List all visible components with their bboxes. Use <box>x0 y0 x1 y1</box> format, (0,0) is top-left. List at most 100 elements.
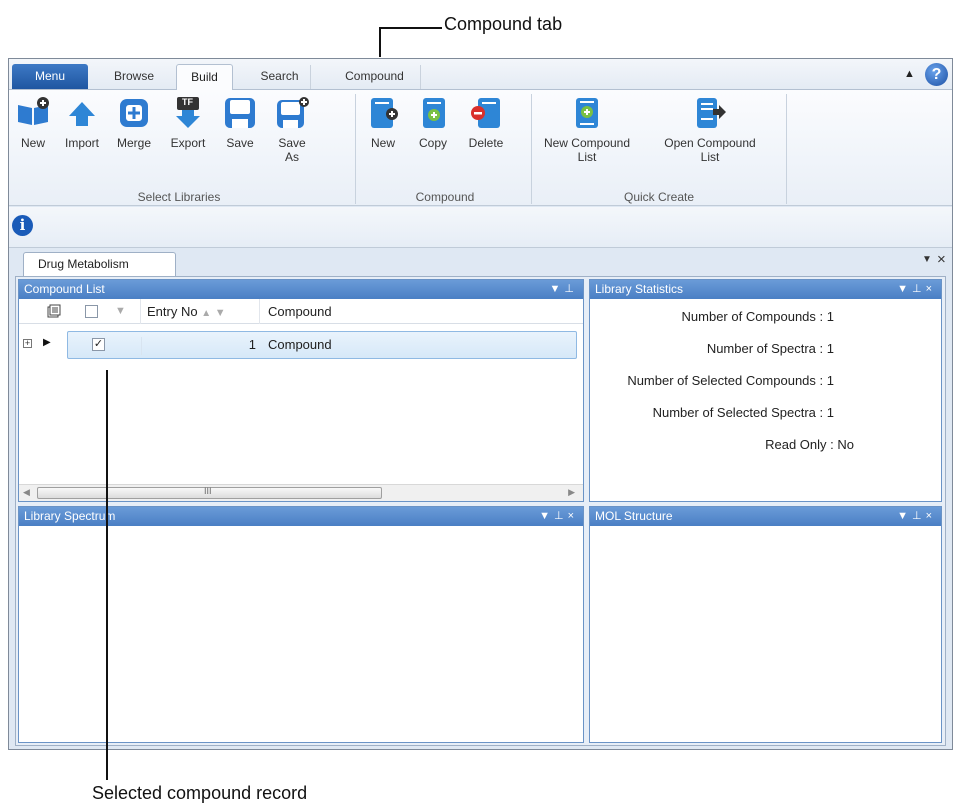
dropdown-icon[interactable]: ▼ <box>550 283 565 295</box>
tab-compound[interactable]: Compound <box>329 65 421 89</box>
scroll-left-icon[interactable]: ◀ <box>23 487 30 498</box>
filter-icon[interactable]: ▼ <box>115 299 126 324</box>
callout-compound-tab: Compound tab <box>444 14 563 34</box>
merge-label: Merge <box>116 136 151 150</box>
tab-menu[interactable]: Menu <box>12 64 88 89</box>
delete-compound-button[interactable]: Delete <box>461 96 511 150</box>
ribbon-tab-strip: Menu Browse Build Search Compound ▲ ? <box>9 59 952 90</box>
delete-compound-label: Delete <box>468 136 504 150</box>
grid-header: ▼ Entry No ▲ ▼ Compound <box>19 299 583 324</box>
export-label: Export <box>170 136 206 150</box>
column-header-entry-no[interactable]: Entry No ▲ ▼ <box>140 299 260 324</box>
document-dropdown-icon[interactable]: ▼ <box>922 254 932 265</box>
copy-compound-button[interactable]: Copy <box>411 96 455 150</box>
sort-asc-icon: ▲ <box>201 308 212 319</box>
stat-row: Number of Spectra : 1 <box>706 341 834 356</box>
mol-structure-title: MOL Structure <box>595 509 673 523</box>
horizontal-scrollbar[interactable]: ◀ III ▶ <box>19 484 583 501</box>
tab-build[interactable]: Build <box>176 64 233 90</box>
new-compound-list-label: New Compound List <box>543 136 631 164</box>
library-spectrum-title: Library Spectrum <box>24 509 116 523</box>
table-row[interactable]: ✓ 1 Compound <box>67 331 577 359</box>
open-compound-list-label: Open Compound List <box>664 136 756 164</box>
stat-row: Number of Compounds : 1 <box>681 309 834 324</box>
collapse-ribbon-icon[interactable]: ▲ <box>904 68 915 80</box>
stat-row: Number of Selected Compounds : 1 <box>627 373 834 388</box>
close-icon[interactable]: × <box>568 510 578 522</box>
new-compound-button[interactable]: New <box>361 96 405 150</box>
merge-button[interactable]: Merge <box>109 96 159 150</box>
help-icon[interactable]: ? <box>925 63 948 86</box>
column-header-compound[interactable]: Compound <box>259 299 559 324</box>
document-close-icon[interactable]: × <box>937 251 946 268</box>
dropdown-icon[interactable]: ▼ <box>539 510 554 522</box>
row-entry-no: 1 <box>141 337 256 355</box>
copy-compound-icon <box>416 96 450 130</box>
ribbon: New Import Merge TF Export Save Save As … <box>9 89 952 206</box>
dropdown-icon[interactable]: ▼ <box>897 283 912 295</box>
library-spectrum-header: Library Spectrum ▼⊥× <box>19 507 583 526</box>
group-separator <box>531 94 532 204</box>
application-window: Menu Browse Build Search Compound ▲ ? Ne… <box>8 58 953 750</box>
group-label-select-libraries: Select Libraries <box>137 190 221 204</box>
library-statistics-title: Library Statistics <box>595 282 684 296</box>
mol-structure-body <box>590 526 941 742</box>
import-arrow-icon <box>65 96 99 130</box>
new-library-label: New <box>20 136 45 150</box>
library-spectrum-panel: Library Spectrum ▼⊥× <box>18 506 584 743</box>
callout-selected-record: Selected compound record <box>92 783 308 803</box>
tab-search[interactable]: Search <box>249 65 311 89</box>
callout-line-selected-record <box>106 370 108 780</box>
expand-row-icon[interactable]: + <box>23 339 32 348</box>
merge-plus-icon <box>117 96 151 130</box>
info-bar: i <box>9 207 952 248</box>
export-button[interactable]: TF Export <box>163 96 213 150</box>
copy-compound-label: Copy <box>418 136 447 150</box>
floppy-disk-icon <box>223 96 257 130</box>
current-row-indicator-icon: ▶ <box>43 337 51 348</box>
document-area: Drug Metabolism ▼ × Compound List ▼⊥ ▼ E… <box>9 249 952 749</box>
pin-icon[interactable]: ⊥ <box>912 283 926 295</box>
open-compound-list-icon <box>693 96 727 130</box>
callout-line-horizontal <box>380 27 442 29</box>
pin-icon[interactable]: ⊥ <box>554 510 568 522</box>
new-compound-icon <box>366 96 400 130</box>
dropdown-icon[interactable]: ▼ <box>897 510 912 522</box>
compound-list-title: Compound List <box>24 282 105 296</box>
library-statistics-header: Library Statistics ▼⊥× <box>590 280 941 299</box>
group-separator <box>786 94 787 204</box>
delete-compound-icon <box>469 96 503 130</box>
library-statistics-panel: Library Statistics ▼⊥× Number of Compoun… <box>589 279 942 502</box>
library-statistics-body: Number of Compounds : 1 Number of Spectr… <box>590 299 941 501</box>
info-icon[interactable]: i <box>12 215 33 236</box>
export-badge-text: TF <box>182 97 193 107</box>
scrollbar-grip: III <box>204 486 212 496</box>
mol-structure-header: MOL Structure ▼⊥× <box>590 507 941 526</box>
row-checkbox[interactable]: ✓ <box>92 338 105 351</box>
mol-structure-panel: MOL Structure ▼⊥× <box>589 506 942 743</box>
filter-icon[interactable]: ▼ <box>215 307 226 319</box>
new-compound-label: New <box>370 136 395 150</box>
pin-icon[interactable]: ⊥ <box>564 283 578 295</box>
tab-browse[interactable]: Browse <box>104 65 164 89</box>
new-library-button[interactable]: New <box>13 96 53 150</box>
pin-icon[interactable]: ⊥ <box>912 510 926 522</box>
scrollbar-thumb[interactable]: III <box>37 486 382 499</box>
select-all-checkbox[interactable] <box>85 305 98 318</box>
open-compound-list-button[interactable]: Open Compound List <box>655 96 765 164</box>
save-as-button[interactable]: Save As <box>267 96 317 164</box>
scroll-right-icon[interactable]: ▶ <box>568 487 575 498</box>
document-tab-drug-metabolism[interactable]: Drug Metabolism <box>23 252 176 276</box>
library-spectrum-body <box>19 526 583 742</box>
column-chooser-icon[interactable] <box>47 299 63 324</box>
save-button[interactable]: Save <box>215 96 265 150</box>
new-compound-list-button[interactable]: New Compound List <box>537 96 637 164</box>
export-download-icon: TF <box>171 96 205 130</box>
library-spectrum-tools: ▼⊥× <box>539 507 578 526</box>
import-button[interactable]: Import <box>57 96 107 150</box>
close-icon[interactable]: × <box>926 283 936 295</box>
row-compound: Compound <box>268 337 332 352</box>
close-icon[interactable]: × <box>926 510 936 522</box>
save-as-label: Save As <box>278 136 306 164</box>
callout-line-vertical <box>379 27 381 57</box>
